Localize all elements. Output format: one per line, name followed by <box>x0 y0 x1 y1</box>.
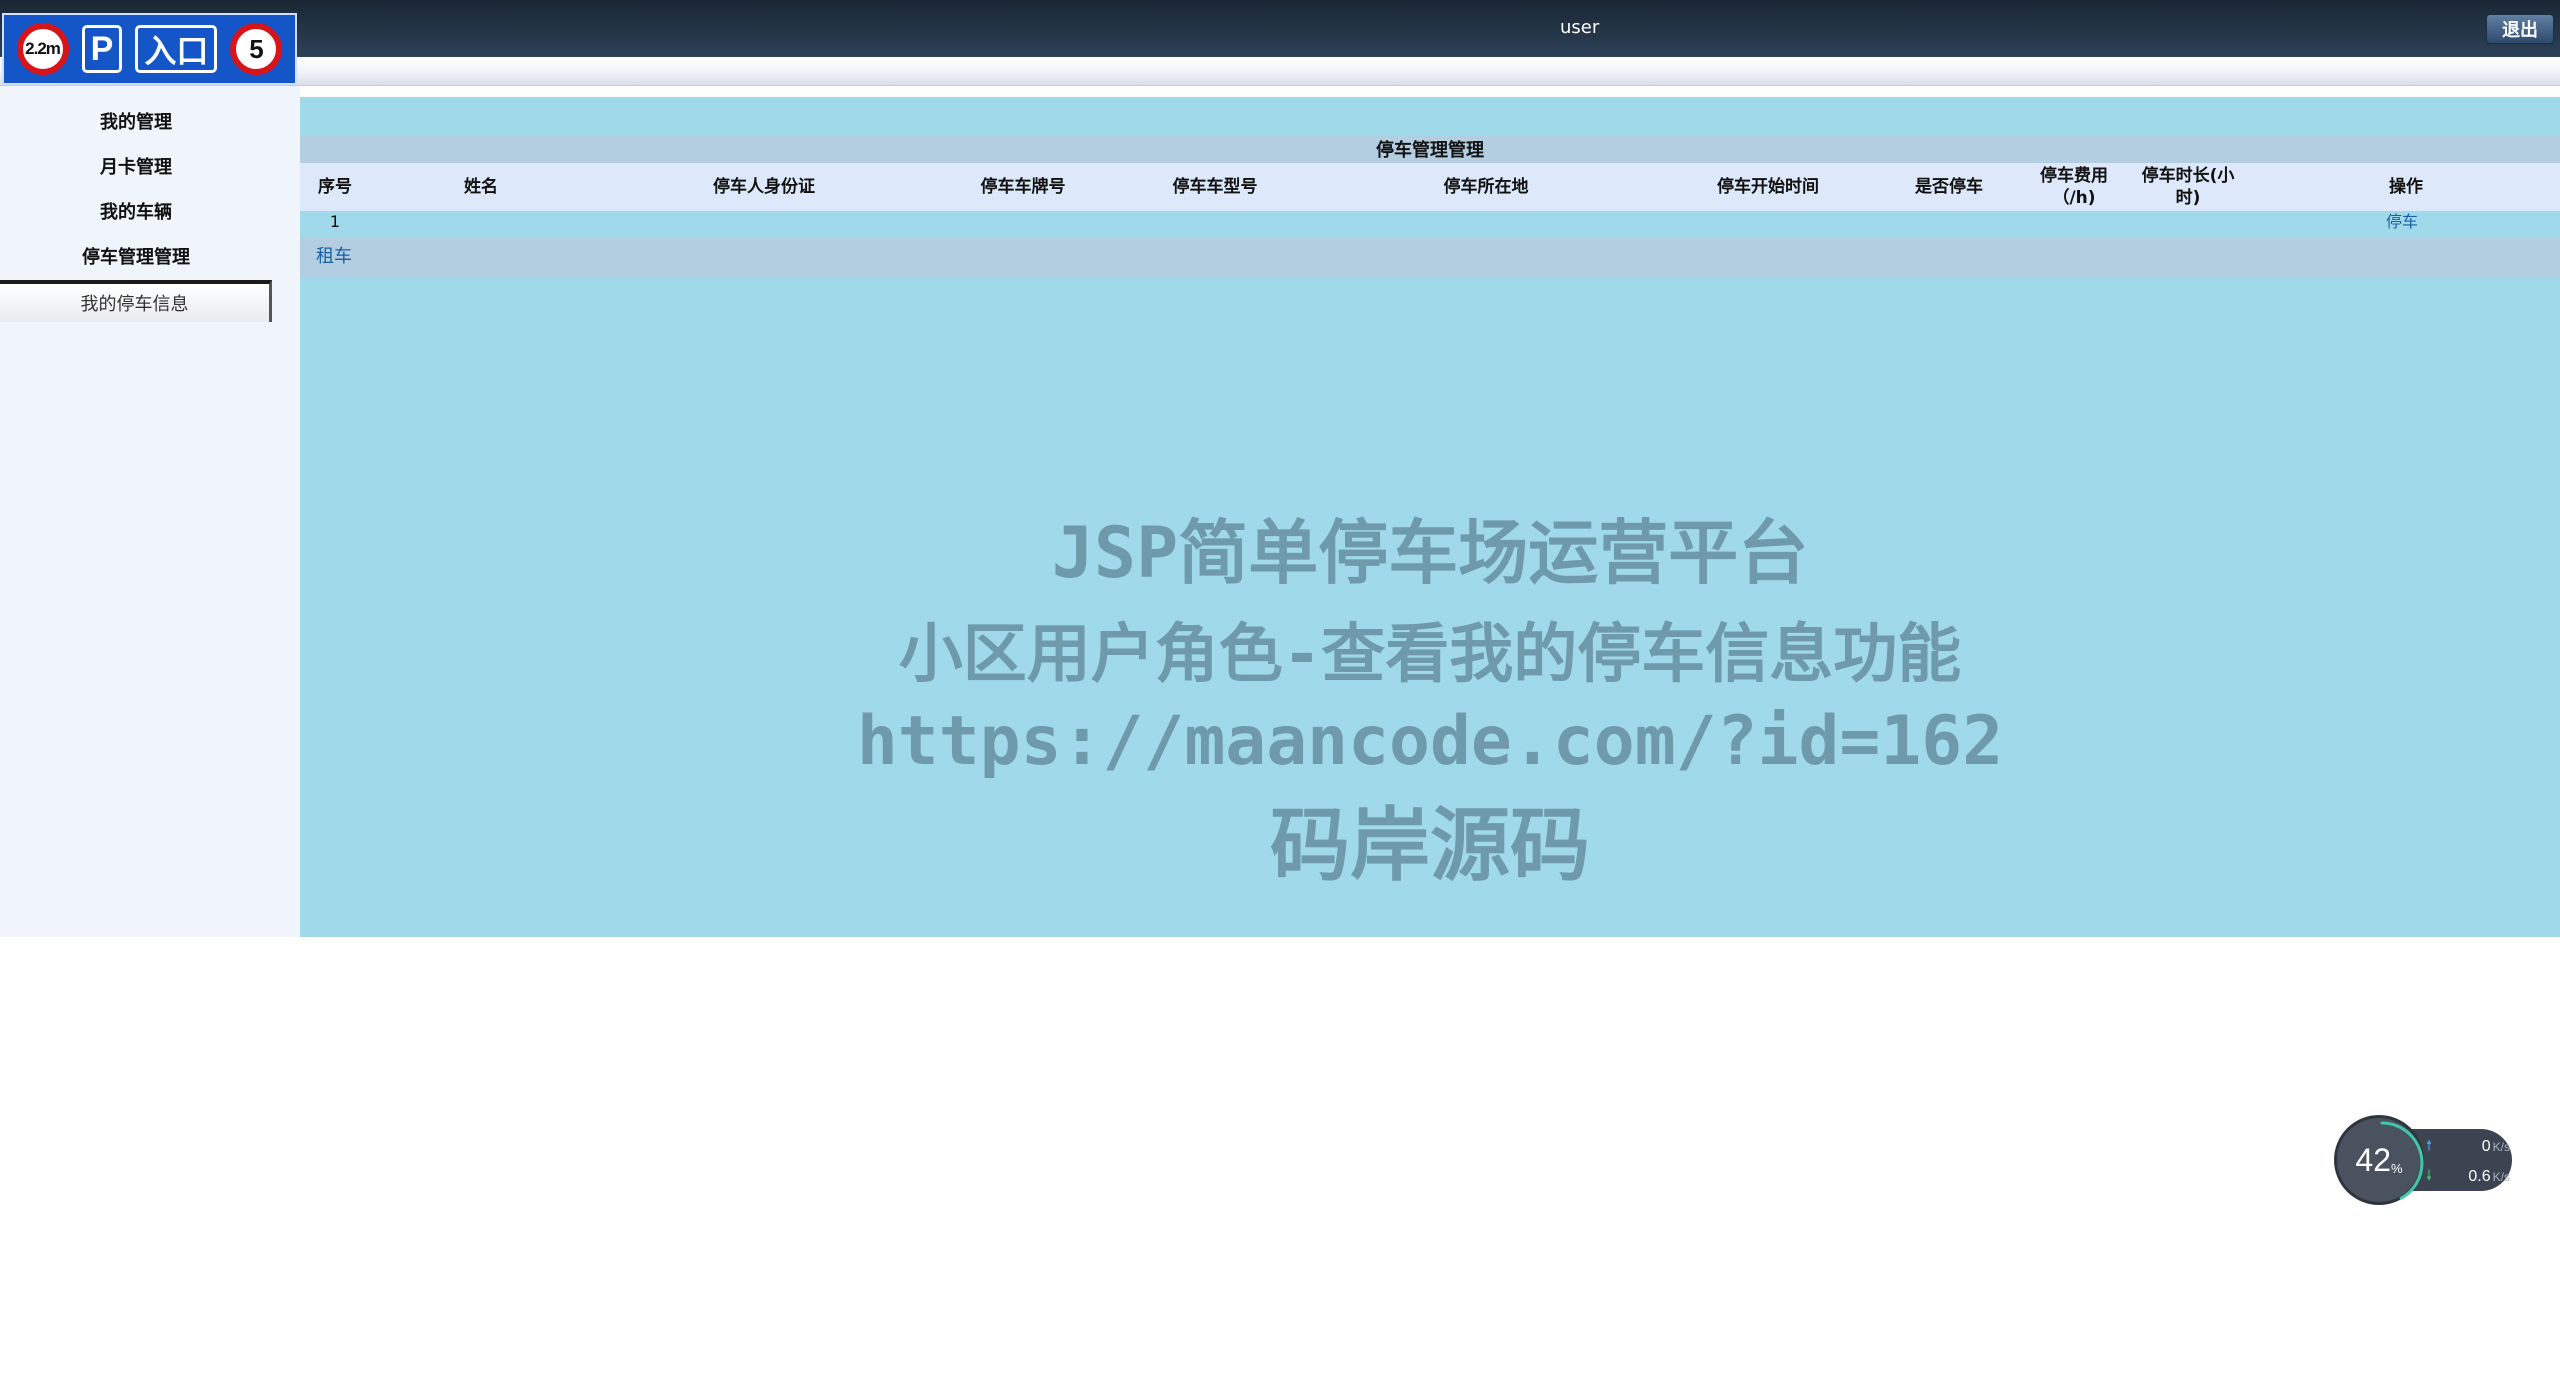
sub-toolbar <box>0 57 2560 86</box>
table-row: 1 停车 <box>300 211 2560 233</box>
sidebar-subitem-my-parking-info[interactable]: 我的停车信息 <box>0 280 272 322</box>
watermark-subtitle: 小区用户角色-查看我的停车信息功能 <box>898 618 1962 692</box>
network-speed-widget[interactable]: 42% 🠕 0 K/s 🠗 0.6 K/s <box>2334 1115 2512 1205</box>
column-header-action: 操作 <box>2389 177 2423 197</box>
column-header-start-time: 停车开始时间 <box>1717 177 1819 197</box>
cpu-gauge: 42% <box>2334 1115 2424 1205</box>
sidebar-item-monthly-card[interactable]: 月卡管理 <box>0 153 272 179</box>
column-header-plate: 停车车牌号 <box>980 177 1066 197</box>
sidebar: 我的管理 月卡管理 我的车辆 停车管理管理 我的停车信息 <box>0 86 300 937</box>
download-arrow-icon: 🠗 <box>2426 1167 2433 1183</box>
entrance-sign: 入口 <box>135 25 218 73</box>
logout-button[interactable]: 退出 <box>2486 14 2554 44</box>
cpu-percent-value: 42 <box>2355 1141 2392 1178</box>
upload-rate-value: 0 <box>2481 1138 2491 1155</box>
sidebar-item-my-vehicles[interactable]: 我的车辆 <box>0 198 272 224</box>
upload-rate-row: 🠕 0 K/s <box>2426 1135 2510 1159</box>
parking-logo: 2.2m P 入口 5 <box>2 13 297 85</box>
user-name: user <box>1560 17 1600 38</box>
watermark-url: https://maancode.com/?id=162 <box>856 702 2004 781</box>
cpu-percent-sign: % <box>2391 1160 2403 1176</box>
top-header: user 退出 <box>0 0 2560 57</box>
watermark-title: JSP简单停车场运营平台 <box>1051 512 1809 594</box>
sidebar-item-my-management[interactable]: 我的管理 <box>0 108 272 134</box>
height-limit-sign: 2.2m <box>16 23 69 75</box>
speed-limit-sign: 5 <box>230 23 283 75</box>
parking-p-sign: P <box>81 25 123 73</box>
row-index: 1 <box>329 212 341 231</box>
download-rate-value: 0.6 <box>2468 1168 2491 1185</box>
column-header-duration: 停车时长(小时) <box>2141 166 2235 208</box>
column-header-index: 序号 <box>318 177 352 197</box>
download-rate-unit: K/s <box>2492 1170 2510 1184</box>
rent-car-link[interactable]: 租车 <box>316 237 352 277</box>
table-header: 序号 姓名 停车人身份证 停车车牌号 停车车型号 停车所在地 停车开始时间 是否… <box>300 163 2560 211</box>
column-header-model: 停车车型号 <box>1172 177 1258 197</box>
upload-arrow-icon: 🠕 <box>2426 1137 2433 1153</box>
upload-rate-unit: K/s <box>2492 1140 2510 1154</box>
column-header-location: 停车所在地 <box>1443 177 1529 197</box>
column-header-id-card: 停车人身份证 <box>713 177 815 197</box>
watermark-brand: 码岸源码 <box>1270 799 1590 892</box>
download-rate-row: 🠗 0.6 K/s <box>2426 1165 2510 1189</box>
sidebar-item-parking-management[interactable]: 停车管理管理 <box>0 243 272 269</box>
column-header-is-parked: 是否停车 <box>1915 177 1983 197</box>
table-title-row: 停车管理管理 <box>300 135 2560 163</box>
park-action-link[interactable]: 停车 <box>2386 211 2418 233</box>
table-footer-row: 租车 <box>300 237 2560 277</box>
main-panel: 停车管理管理 序号 姓名 停车人身份证 停车车牌号 停车车型号 停车所在地 停车… <box>300 97 2560 937</box>
table-title: 停车管理管理 <box>1376 140 1484 161</box>
column-header-name: 姓名 <box>464 177 498 197</box>
column-header-fee: 停车费用（/h) <box>2040 166 2108 208</box>
